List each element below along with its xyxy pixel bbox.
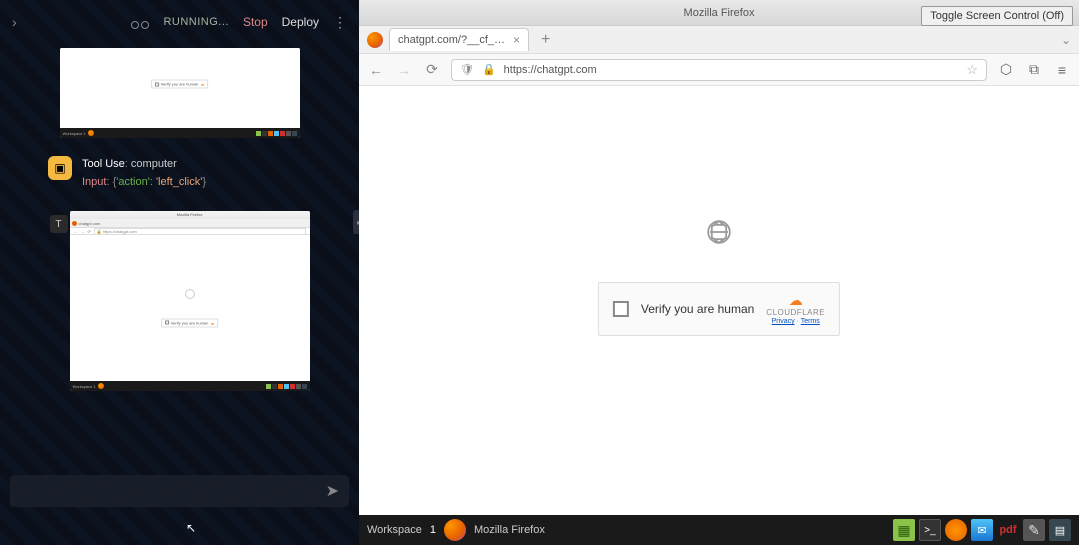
tool-call-text: Tool Use: computer Input: {'action': 'le… [82,156,206,191]
cloudflare-brand: ☁ CLOUDFLARE Privacy · Terms [766,293,825,325]
thumbnail-badge: T [50,215,68,233]
pdf-tray-icon[interactable]: pdf [997,519,1019,541]
forward-button[interactable]: → [395,62,413,78]
verify-human-checkbox[interactable] [613,301,629,317]
lock-icon[interactable]: 🔒 [482,63,496,76]
system-tray: ▦ >_ ✉ pdf ✎ ▤ [893,519,1071,541]
deploy-button[interactable]: Deploy [282,15,319,29]
agent-panel: › RUNNING... Stop Deploy ⋮ Verify you ar… [0,0,359,545]
workspace-number[interactable]: 1 [430,524,436,536]
cursor-icon: ↖ [186,521,196,535]
extensions-icon[interactable]: ⧉ [1025,61,1043,78]
desktop-taskbar: Workspace 1 Mozilla Firefox ▦ >_ ✉ pdf ✎… [359,515,1079,545]
terminal-tray-icon[interactable]: >_ [919,519,941,541]
workspace-label: Workspace [367,524,422,536]
back-button[interactable]: ← [367,62,385,78]
firefox-icon [367,32,383,48]
bookmark-star-icon[interactable]: ☆ [966,62,978,78]
page-content: Verify you are human ☁ CLOUDFLARE Privac… [359,86,1079,515]
screenshot-thumbnail[interactable]: Verify you are human☁ Workspace 1 [60,48,300,138]
cloudflare-challenge-box: Verify you are human ☁ CLOUDFLARE Privac… [598,282,840,336]
editor-tray-icon[interactable]: ✎ [1023,519,1045,541]
spreadsheet-tray-icon[interactable]: ▦ [893,519,915,541]
tool-call-block: ▣ Tool Use: computer Input: {'action': '… [48,156,311,191]
send-icon[interactable]: ➤ [326,481,339,501]
privacy-link[interactable]: Privacy [772,318,795,325]
toggle-screen-control-button[interactable]: Toggle Screen Control (Off) [921,6,1073,26]
firefox-taskbar-icon[interactable] [444,519,466,541]
bike-icon [131,15,149,29]
browser-tab[interactable]: chatgpt.com/?__cf_chl_rt_tk × [389,28,529,51]
status-text: RUNNING... [163,16,229,28]
tab-title: chatgpt.com/?__cf_chl_rt_tk [398,34,507,46]
mail-tray-icon[interactable]: ✉ [971,519,993,541]
agent-topbar: › RUNNING... Stop Deploy ⋮ [0,0,359,44]
calculator-tray-icon[interactable]: ▤ [1049,519,1071,541]
new-tab-button[interactable]: + [535,31,556,49]
stop-button[interactable]: Stop [243,15,268,29]
shield-icon[interactable]: 🛡 [460,63,474,76]
pocket-icon[interactable]: ⬡ [997,61,1015,78]
verify-human-label: Verify you are human [641,302,754,316]
browser-toolbar: ← → ⟳ 🛡 🔒 https://chatgpt.com ☆ ⬡ ⧉ ≡ [359,54,1079,86]
url-text: https://chatgpt.com [504,64,959,76]
browser-tabbar: chatgpt.com/?__cf_chl_rt_tk × + ⌄ [359,26,1079,54]
tool-badge-icon: ▣ [48,156,72,180]
more-menu-icon[interactable]: ⋮ [333,14,347,31]
firefox-tray-icon[interactable] [945,519,967,541]
screenshot-thumbnail[interactable]: Mozilla Firefox chatgpt.com ←→⟳🔒 https:/… [70,211,310,391]
cloudflare-cloud-icon: ☁ [789,293,803,307]
active-app-label[interactable]: Mozilla Firefox [474,524,545,536]
reload-button[interactable]: ⟳ [423,61,441,78]
openai-logo-icon [701,214,737,250]
chevron-right-icon[interactable]: › [12,14,17,30]
close-tab-icon[interactable]: × [513,33,520,47]
chat-input[interactable]: ➤ [10,475,349,507]
desktop-view: Toggle Screen Control (Off) Mozilla Fire… [359,0,1079,545]
tab-list-dropdown-icon[interactable]: ⌄ [1061,33,1071,47]
hamburger-menu-icon[interactable]: ≡ [1053,62,1071,78]
terms-link[interactable]: Terms [801,318,820,325]
address-bar[interactable]: 🛡 🔒 https://chatgpt.com ☆ [451,59,987,81]
window-title: Mozilla Firefox [684,7,755,19]
